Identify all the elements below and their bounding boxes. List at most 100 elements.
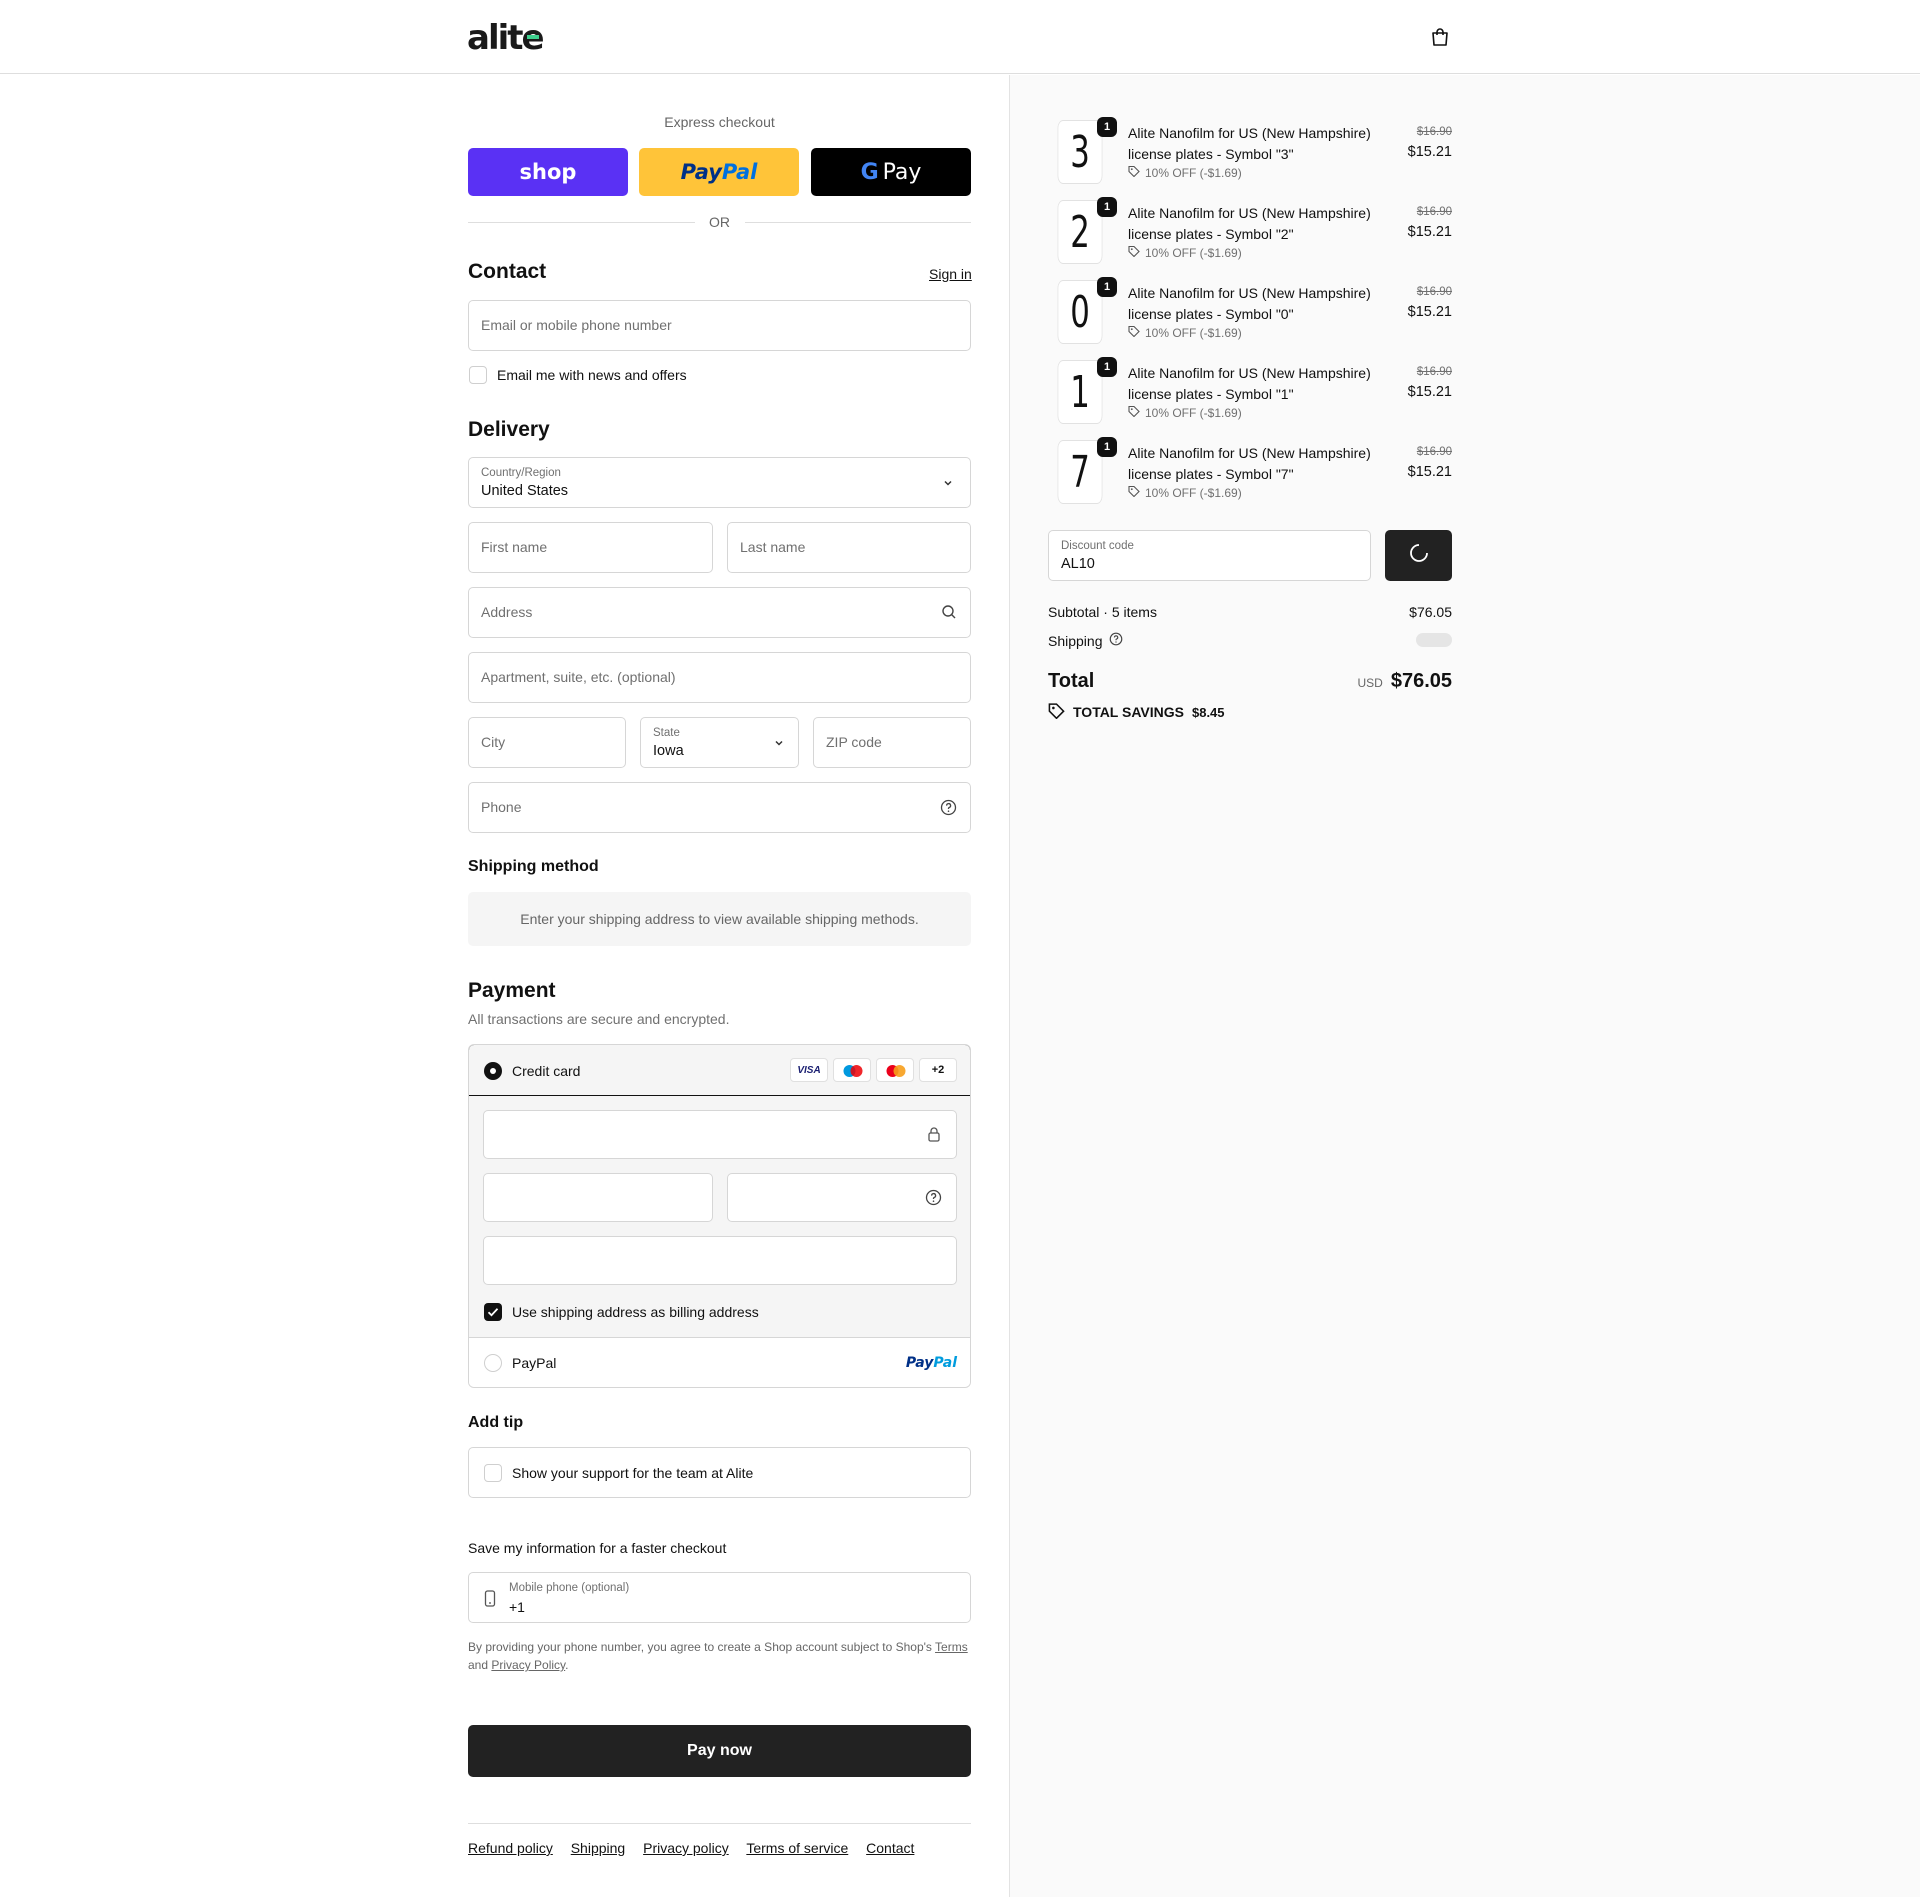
first-name-placeholder: First name	[481, 539, 548, 555]
divider-left	[468, 222, 695, 223]
address-placeholder: Address	[481, 604, 533, 620]
discounted-price: $15.21	[1407, 464, 1452, 480]
list-item: 0 1 Alite Nanofilm for US (New Hampshire…	[1048, 277, 1452, 350]
shipping-link[interactable]: Shipping	[571, 1840, 626, 1856]
paypal-logo-pay: Pay	[905, 1355, 934, 1371]
original-price: $16.90	[1416, 366, 1452, 378]
header: alite	[0, 0, 1920, 74]
product-discount: 10% OFF (-$1.69)	[1128, 485, 1242, 500]
paypal-logo: PayPal	[906, 1355, 957, 1371]
zip-field[interactable]: ZIP code	[813, 717, 971, 768]
privacy-policy-footer-link[interactable]: Privacy policy	[643, 1840, 729, 1856]
billing-address-checkbox[interactable]	[484, 1303, 502, 1321]
tag-icon	[1048, 702, 1065, 722]
product-thumbnail: 2	[1057, 200, 1103, 264]
product-name: Alite Nanofilm for US (New Hampshire) li…	[1128, 205, 1371, 242]
name-on-card-field[interactable]	[483, 1236, 957, 1285]
original-price: $16.90	[1416, 286, 1452, 298]
apply-discount-button[interactable]	[1385, 530, 1452, 581]
original-price: $16.90	[1416, 126, 1452, 138]
help-circle-icon[interactable]	[940, 799, 957, 821]
tip-checkbox[interactable]	[484, 1464, 502, 1482]
credit-card-option[interactable]: Credit card VISA +2	[469, 1045, 970, 1096]
mobile-phone-value: +1	[509, 1599, 525, 1615]
product-thumbnail: 7	[1057, 440, 1103, 504]
original-price: $16.90	[1416, 206, 1452, 218]
apartment-field[interactable]: Apartment, suite, etc. (optional)	[468, 652, 971, 703]
news-checkbox[interactable]	[469, 366, 487, 384]
last-name-field[interactable]: Last name	[727, 522, 971, 573]
quantity-badge: 1	[1097, 277, 1117, 297]
product-discount: 10% OFF (-$1.69)	[1128, 165, 1242, 180]
footer-links: Refund policy Shipping Privacy policy Te…	[468, 1840, 928, 1856]
shopping-bag-icon[interactable]	[1429, 26, 1451, 48]
tag-icon	[1128, 325, 1140, 340]
expiration-date-field[interactable]	[483, 1173, 713, 1222]
tip-option[interactable]: Show your support for the team at Alite	[468, 1447, 971, 1498]
paypal-button[interactable]: PayPal	[639, 148, 799, 196]
subtotal-value: $76.05	[1409, 604, 1452, 620]
subtotal-label: Subtotal · 5 items	[1048, 604, 1157, 620]
privacy-policy-link[interactable]: Privacy Policy	[491, 1658, 565, 1672]
mobile-phone-icon	[484, 1590, 496, 1612]
terms-link[interactable]: Terms	[935, 1640, 968, 1654]
first-name-field[interactable]: First name	[468, 522, 713, 573]
more-cards-badge: +2	[919, 1058, 957, 1082]
brand-logo[interactable]: alite	[467, 19, 545, 55]
shipping-method-message: Enter your shipping address to view avai…	[468, 892, 971, 946]
phone-field[interactable]: Phone	[468, 782, 971, 833]
total-savings-label: TOTAL SAVINGS	[1073, 704, 1184, 720]
paypal-logo-pal: Pal	[721, 160, 758, 184]
state-select[interactable]: State Iowa	[640, 717, 799, 768]
product-name: Alite Nanofilm for US (New Hampshire) li…	[1128, 445, 1371, 482]
help-circle-icon[interactable]	[925, 1189, 942, 1211]
phone-placeholder: Phone	[481, 799, 522, 815]
list-item: 2 1 Alite Nanofilm for US (New Hampshire…	[1048, 197, 1452, 270]
paypal-radio[interactable]	[484, 1354, 502, 1372]
tag-icon	[1128, 165, 1140, 180]
product-discount: 10% OFF (-$1.69)	[1128, 245, 1242, 260]
tag-icon	[1128, 245, 1140, 260]
mobile-phone-field[interactable]: Mobile phone (optional) +1	[468, 1572, 971, 1623]
legal-text-2: and	[468, 1658, 489, 1672]
refund-policy-link[interactable]: Refund policy	[468, 1840, 553, 1856]
paypal-option[interactable]: PayPal PayPal	[469, 1337, 970, 1387]
billing-address-label: Use shipping address as billing address	[512, 1304, 759, 1320]
list-item: 3 1 Alite Nanofilm for US (New Hampshire…	[1048, 117, 1452, 190]
pay-now-label: Pay now	[687, 1742, 752, 1759]
credit-card-radio[interactable]	[484, 1062, 502, 1080]
email-field[interactable]: Email or mobile phone number	[468, 300, 971, 351]
discounted-price: $15.21	[1407, 224, 1452, 240]
country-select[interactable]: Country/Region United States	[468, 457, 971, 508]
security-code-field[interactable]	[727, 1173, 957, 1222]
city-placeholder: City	[481, 734, 506, 750]
sign-in-link[interactable]: Sign in	[929, 266, 972, 282]
shop-pay-button[interactable]: shop	[468, 148, 628, 196]
discount-code-field[interactable]: Discount code AL10	[1048, 530, 1371, 581]
pay-now-button[interactable]: Pay now	[468, 1725, 971, 1777]
address-field[interactable]: Address	[468, 587, 971, 638]
credit-card-label: Credit card	[512, 1063, 581, 1079]
city-field[interactable]: City	[468, 717, 626, 768]
tip-label: Show your support for the team at Alite	[512, 1465, 754, 1481]
paypal-option-label: PayPal	[512, 1355, 557, 1371]
news-checkbox-label: Email me with news and offers	[497, 367, 687, 383]
help-circle-icon[interactable]	[1109, 632, 1123, 649]
country-label: Country/Region	[481, 467, 561, 479]
paypal-logo-pal: Pal	[933, 1355, 957, 1371]
loading-spinner-icon	[1409, 543, 1429, 568]
search-icon	[941, 604, 957, 625]
apartment-placeholder: Apartment, suite, etc. (optional)	[481, 669, 676, 685]
google-pay-button[interactable]: G Pay	[811, 148, 971, 196]
state-value: Iowa	[653, 743, 684, 759]
terms-of-service-link[interactable]: Terms of service	[746, 1840, 848, 1856]
tag-icon	[1128, 485, 1140, 500]
brand-accent-mark	[526, 35, 539, 39]
total-label: Total	[1048, 670, 1095, 692]
payment-title: Payment	[468, 979, 556, 1002]
shipping-row: Shipping	[1048, 632, 1123, 649]
list-item: 1 1 Alite Nanofilm for US (New Hampshire…	[1048, 357, 1452, 430]
email-placeholder: Email or mobile phone number	[481, 317, 672, 333]
contact-link[interactable]: Contact	[866, 1840, 914, 1856]
card-number-field[interactable]	[483, 1110, 957, 1159]
